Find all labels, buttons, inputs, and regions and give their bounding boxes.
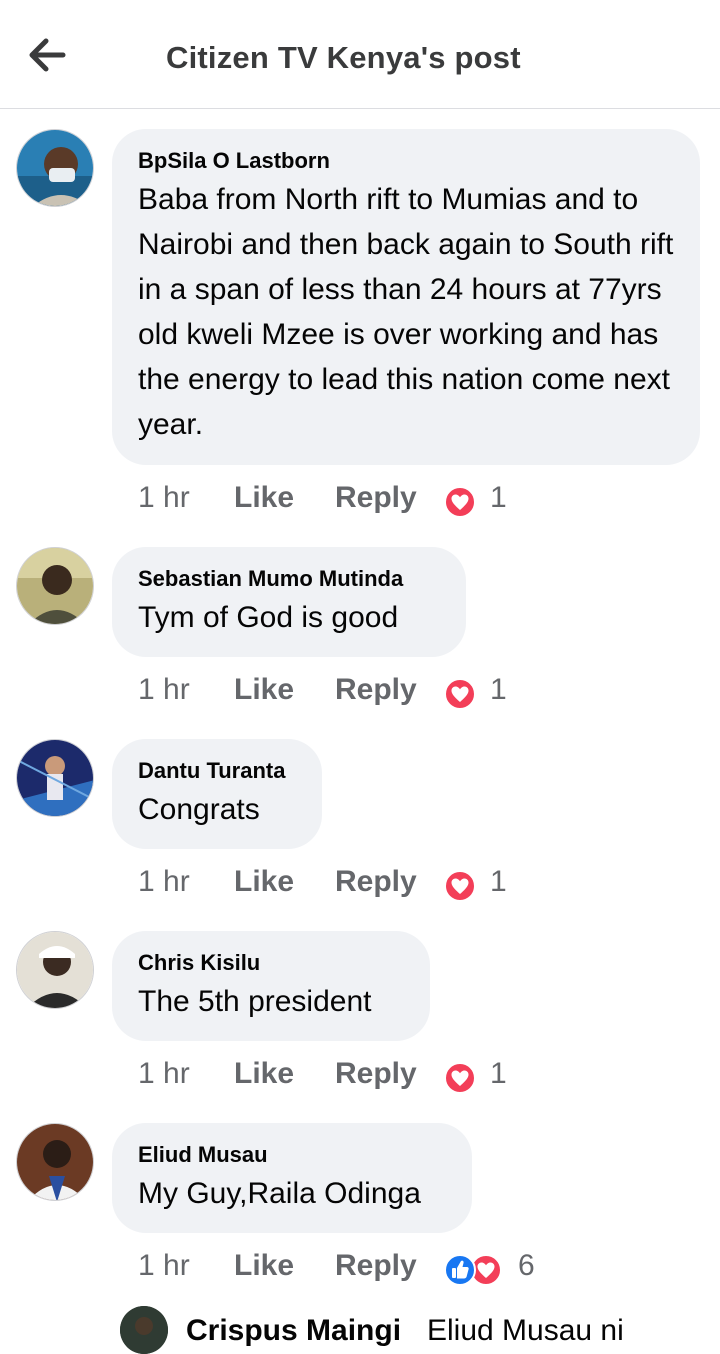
like-button[interactable]: Like <box>234 1057 294 1091</box>
comment-time[interactable]: 1 hr <box>138 673 190 707</box>
avatar[interactable] <box>16 129 94 207</box>
reaction-count[interactable]: 1 <box>490 673 507 707</box>
comment-bubble: Dantu Turanta Congrats <box>112 739 322 849</box>
reaction-count[interactable]: 1 <box>490 1057 507 1091</box>
reaction-count[interactable]: 6 <box>518 1249 535 1283</box>
reply-button[interactable]: Reply <box>335 865 417 899</box>
reply-button[interactable]: Reply <box>335 481 417 515</box>
love-reaction-icon[interactable] <box>443 1061 477 1095</box>
avatar[interactable] <box>16 931 94 1009</box>
avatar[interactable] <box>16 547 94 625</box>
like-button[interactable]: Like <box>234 865 294 899</box>
comment-time[interactable]: 1 hr <box>138 1057 190 1091</box>
like-button[interactable]: Like <box>234 481 294 515</box>
like-button[interactable]: Like <box>234 1249 294 1283</box>
comment-time[interactable]: 1 hr <box>138 481 190 515</box>
reply-button[interactable]: Reply <box>335 1057 417 1091</box>
comment-author[interactable]: Eliud Musau <box>138 1141 446 1169</box>
love-reaction-icon[interactable] <box>443 677 477 711</box>
comment-author[interactable]: BpSila O Lastborn <box>138 147 674 175</box>
comment-bubble: Sebastian Mumo Mutinda Tym of God is goo… <box>112 547 466 657</box>
comment-bubble: Eliud Musau My Guy,Raila Odinga <box>112 1123 472 1233</box>
arrow-left-icon <box>29 38 66 72</box>
comment-text: Baba from North rift to Mumias and to Na… <box>138 183 674 441</box>
comment-text: Tym of God is good <box>138 601 399 634</box>
reply-author[interactable]: Crispus Maingi <box>186 1314 401 1348</box>
top-bar: Citizen TV Kenya's post <box>0 0 720 109</box>
comment-text: Congrats <box>138 793 260 826</box>
reaction-count[interactable]: 1 <box>490 481 507 515</box>
back-button[interactable] <box>26 36 68 74</box>
reply-button[interactable]: Reply <box>335 1249 417 1283</box>
comment-time[interactable]: 1 hr <box>138 1249 190 1283</box>
comment-author[interactable]: Sebastian Mumo Mutinda <box>138 565 440 593</box>
like-love-reactions-icon[interactable] <box>443 1253 507 1287</box>
comment-author[interactable]: Dantu Turanta <box>138 757 296 785</box>
avatar[interactable] <box>120 1306 168 1354</box>
comment-bubble: BpSila O Lastborn Baba from North rift t… <box>112 129 700 465</box>
avatar[interactable] <box>16 739 94 817</box>
avatar[interactable] <box>16 1123 94 1201</box>
comment-bubble: Chris Kisilu The 5th president <box>112 931 430 1041</box>
comment-author[interactable]: Chris Kisilu <box>138 949 404 977</box>
reply-text: Eliud Musau ni <box>427 1314 624 1347</box>
reply-button[interactable]: Reply <box>335 673 417 707</box>
comment-time[interactable]: 1 hr <box>138 865 190 899</box>
reply-preview[interactable]: Crispus Maingi Eliud Musau ni <box>120 1306 720 1354</box>
reaction-count[interactable]: 1 <box>490 865 507 899</box>
comment-text: The 5th president <box>138 985 372 1018</box>
love-reaction-icon[interactable] <box>443 485 477 519</box>
love-reaction-icon[interactable] <box>443 869 477 903</box>
comment-text: My Guy,Raila Odinga <box>138 1177 421 1210</box>
page-title: Citizen TV Kenya's post <box>166 40 521 75</box>
like-button[interactable]: Like <box>234 673 294 707</box>
